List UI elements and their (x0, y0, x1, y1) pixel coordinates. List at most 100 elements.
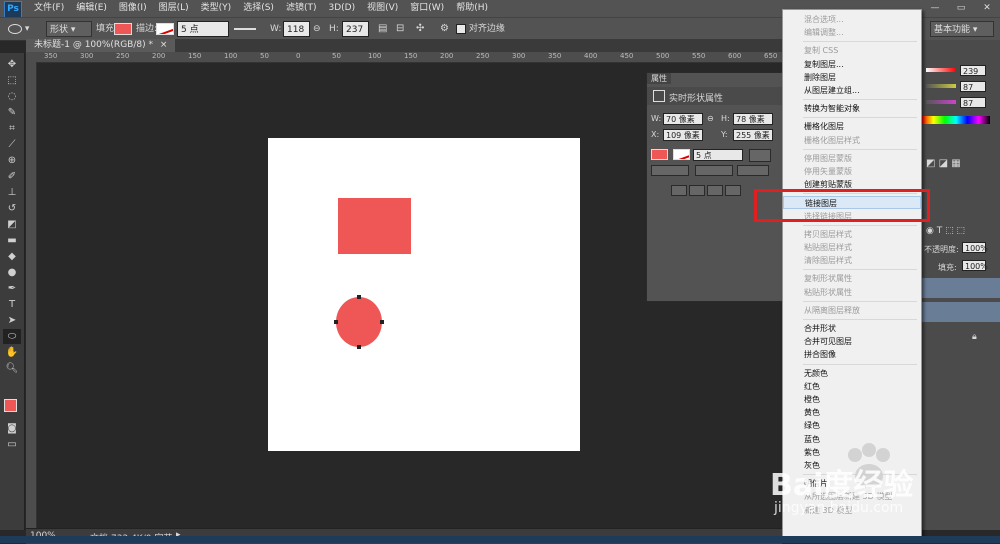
document-canvas[interactable] (268, 138, 580, 451)
stroke-size-field[interactable]: 5 点 (177, 21, 229, 37)
context-menu-item[interactable]: 转换为智能对象 (783, 102, 921, 115)
prop-y-field[interactable]: 255 像素 (733, 129, 773, 141)
blur-tool-icon[interactable]: ◆ (3, 249, 21, 264)
anchor-point[interactable] (357, 295, 361, 299)
context-menu-item[interactable]: 编辑调整... (783, 26, 921, 39)
path-arrangement-icon[interactable]: ✣ (416, 21, 424, 37)
height-field[interactable]: 237 像 (342, 21, 369, 51)
menu-item[interactable]: 滤镜(T) (280, 0, 323, 17)
context-menu-item[interactable]: 停用矢量蒙版 (783, 165, 921, 178)
mode-select[interactable]: 形状 ▾ (46, 21, 92, 37)
context-menu-item[interactable]: 无颜色 (783, 367, 921, 380)
prop-link-icon[interactable]: ⊖ (707, 113, 714, 125)
stamp-tool-icon[interactable]: ⊥ (3, 185, 21, 200)
menu-item[interactable]: 帮助(H) (450, 0, 494, 17)
fill-opacity-field[interactable]: 100% (962, 260, 988, 271)
anchor-point[interactable] (380, 320, 384, 324)
gradient-tool-icon[interactable]: ▬ (3, 233, 21, 248)
layer-row[interactable] (922, 278, 1000, 298)
hand-tool-icon[interactable]: ✋ (3, 345, 21, 360)
prop-corners-select[interactable] (737, 165, 769, 176)
prop-stroke-size-field[interactable]: 5 点 (693, 149, 743, 161)
layer-filter-icons[interactable]: ◉ T ⬚ ⬚ (926, 226, 965, 236)
context-menu-item[interactable]: 栅格化图层样式 (783, 134, 921, 147)
zoom-tool-icon[interactable]: 🔍︎ (3, 361, 21, 376)
context-menu-item[interactable]: 栅格化图层 (783, 120, 921, 133)
prop-width-field[interactable]: 70 像素 (663, 113, 703, 125)
context-menu-item[interactable]: 混合选项... (783, 13, 921, 26)
context-menu-item[interactable]: 从隔离图层释放 (783, 304, 921, 317)
brush-tool-icon[interactable]: ✐ (3, 169, 21, 184)
exclude-shapes-icon[interactable] (725, 185, 741, 196)
path-alignment-icon[interactable]: ⊟ (396, 21, 404, 37)
close-icon[interactable]: × (160, 40, 168, 50)
green-value[interactable]: 87 (960, 81, 986, 92)
foreground-color-swatch[interactable] (4, 399, 17, 412)
fill-swatch[interactable] (114, 23, 132, 35)
context-menu-item[interactable]: 合并可见图层 (783, 335, 921, 348)
blue-value[interactable]: 87 (960, 97, 986, 108)
close-window-icon[interactable]: ✕ (974, 0, 1000, 17)
menu-item[interactable]: 图层(L) (153, 0, 195, 17)
path-select-tool-icon[interactable]: ➤ (3, 313, 21, 328)
red-slider[interactable] (926, 68, 956, 72)
anchor-point[interactable] (334, 320, 338, 324)
context-menu-item[interactable]: 黄色 (783, 406, 921, 419)
minimize-icon[interactable]: — (922, 0, 948, 17)
menu-item[interactable]: 图像(I) (113, 0, 153, 17)
type-tool-icon[interactable]: T (3, 297, 21, 312)
stroke-type-select[interactable] (234, 21, 264, 37)
opacity-field[interactable]: 100% (962, 242, 988, 253)
prop-align-select[interactable] (651, 165, 689, 176)
crop-tool-icon[interactable]: ⌗ (3, 121, 21, 136)
context-menu-item[interactable]: 删除图层 (783, 71, 921, 84)
workspace-select[interactable]: 基本功能 ▾ (930, 21, 994, 37)
color-spectrum[interactable] (922, 116, 990, 124)
ellipse-tool-preset[interactable]: ▾ (8, 21, 34, 37)
context-menu-item[interactable]: 复制图层... (783, 58, 921, 71)
layer-row[interactable] (922, 302, 1000, 322)
healing-tool-icon[interactable]: ⊕ (3, 153, 21, 168)
context-menu-item[interactable]: 粘贴形状属性 (783, 286, 921, 299)
anchor-point[interactable] (357, 345, 361, 349)
prop-caps-select[interactable] (695, 165, 733, 176)
intersect-shapes-icon[interactable] (707, 185, 723, 196)
properties-tab[interactable]: 属性 (647, 73, 671, 84)
prop-stroke-type-select[interactable] (749, 149, 771, 162)
menu-item[interactable]: 窗口(W) (404, 0, 450, 17)
adjustments-icon[interactable]: ◩ ◪ ▦ (926, 158, 961, 169)
green-slider[interactable] (926, 84, 956, 88)
document-tab[interactable]: 未标题-1 @ 100%(RGB/8) * × (26, 39, 176, 52)
prop-stroke-swatch[interactable] (673, 149, 690, 160)
combine-shapes-icon[interactable] (671, 185, 687, 196)
eyedropper-tool-icon[interactable]: ⟋ (3, 137, 21, 152)
move-tool-icon[interactable]: ✥ (3, 57, 21, 72)
menu-item[interactable]: 3D(D) (322, 0, 361, 17)
subtract-shapes-icon[interactable] (689, 185, 705, 196)
lasso-tool-icon[interactable]: ◌ (3, 89, 21, 104)
gear-icon[interactable]: ⚙ (440, 21, 449, 37)
menu-item[interactable]: 视图(V) (361, 0, 404, 17)
context-menu-item[interactable]: 拷贝图层样式 (783, 228, 921, 241)
width-field[interactable]: 118 像 (283, 21, 310, 51)
context-menu-item[interactable]: 清除图层样式 (783, 254, 921, 267)
context-menu-item[interactable]: 复制形状属性 (783, 272, 921, 285)
context-menu-item[interactable]: 粘贴图层样式 (783, 241, 921, 254)
dodge-tool-icon[interactable]: ● (3, 265, 21, 280)
ellipse-tool-icon[interactable]: ⬭ (3, 329, 21, 344)
path-operations-icon[interactable]: ▤ (378, 21, 387, 37)
prop-fill-swatch[interactable] (651, 149, 668, 160)
context-menu-item[interactable]: 绿色 (783, 419, 921, 432)
quick-mask-icon[interactable]: ◙ (3, 421, 21, 436)
context-menu-item[interactable]: 停用图层蒙版 (783, 152, 921, 165)
ellipse-shape[interactable] (336, 297, 382, 347)
history-brush-tool-icon[interactable]: ↺ (3, 201, 21, 216)
maximize-icon[interactable]: ▭ (948, 0, 974, 17)
marquee-tool-icon[interactable]: ⬚ (3, 73, 21, 88)
context-menu-item[interactable]: 橙色 (783, 393, 921, 406)
context-menu-item[interactable]: 从图层建立组... (783, 84, 921, 97)
eraser-tool-icon[interactable]: ◩ (3, 217, 21, 232)
blue-slider[interactable] (926, 100, 956, 104)
context-menu-item[interactable]: 拼合图像 (783, 348, 921, 361)
pen-tool-icon[interactable]: ✒ (3, 281, 21, 296)
